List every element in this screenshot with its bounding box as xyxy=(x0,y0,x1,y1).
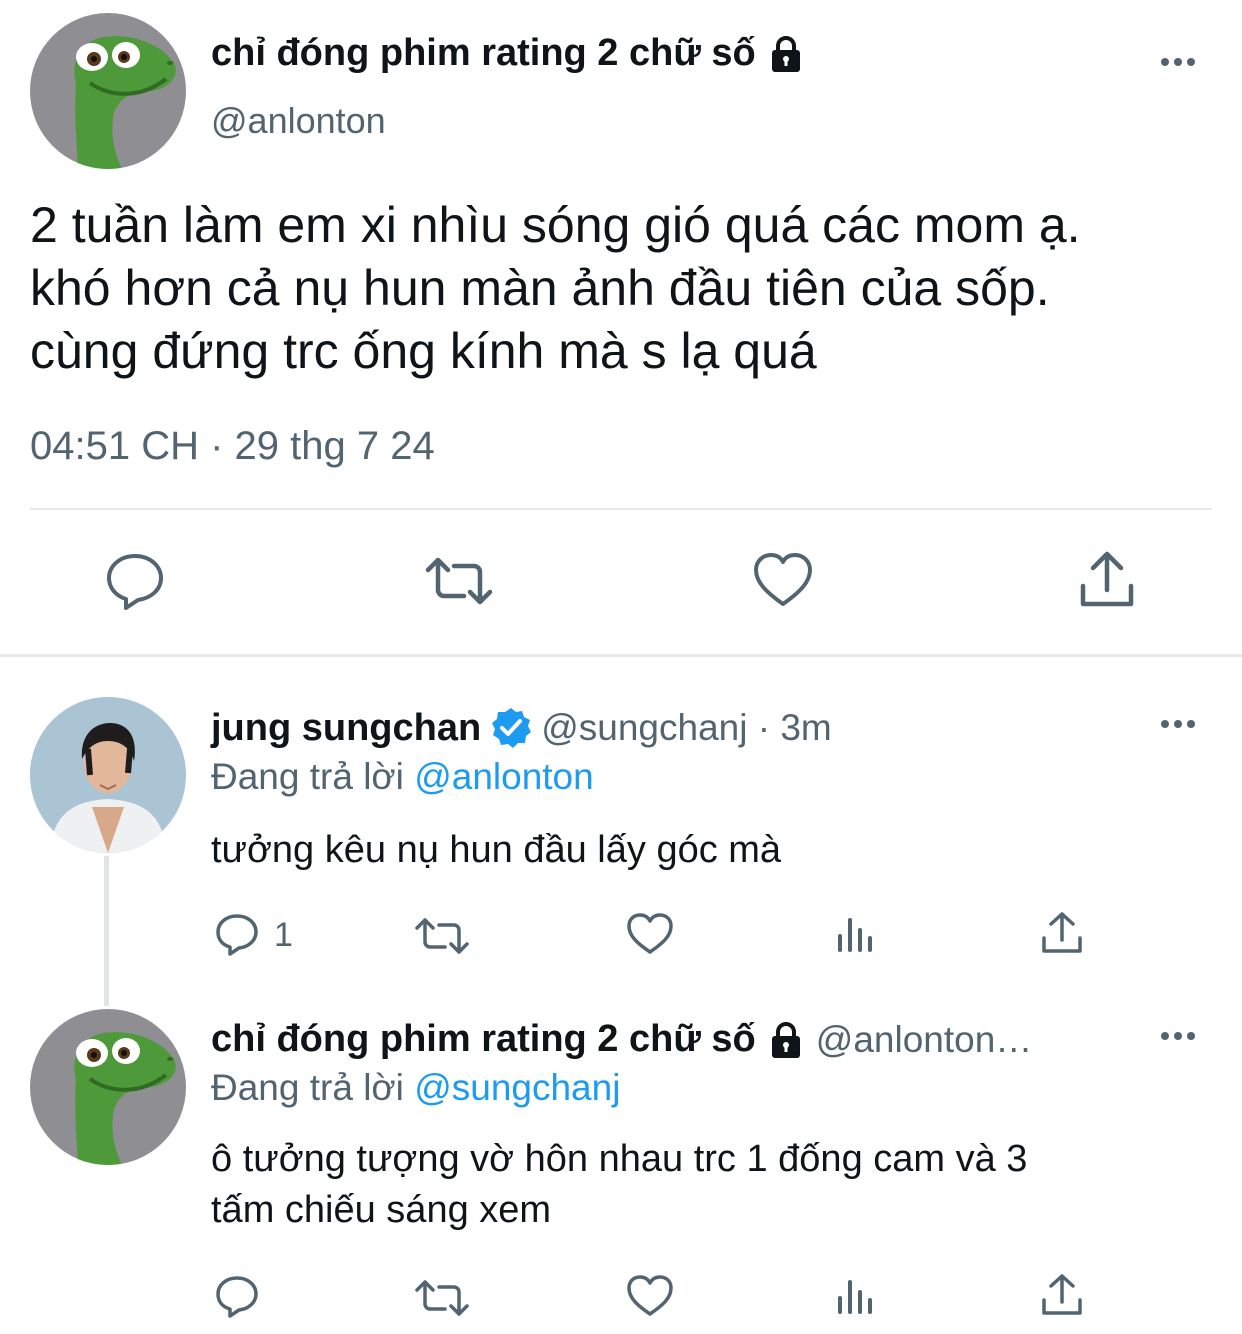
like-icon xyxy=(627,913,673,954)
share-icon xyxy=(1042,912,1082,953)
reply-display-name[interactable]: chỉ đóng phim rating 2 chữ số xyxy=(211,1018,756,1061)
reply-retweet-button[interactable] xyxy=(414,914,470,958)
reply-text: tưởng kêu nụ hun đầu lấy góc mà xyxy=(211,824,781,876)
reply-handle-time[interactable]: @sungchanj · 3m xyxy=(541,707,832,749)
like-button[interactable] xyxy=(752,552,814,610)
reply-button[interactable] xyxy=(104,550,166,612)
verified-badge-icon xyxy=(492,708,532,748)
author-avatar[interactable] xyxy=(30,13,186,169)
author-handle[interactable]: @anlonton xyxy=(211,100,386,142)
retweet-icon xyxy=(425,557,493,605)
reply-icon xyxy=(216,1276,258,1318)
reply-icon xyxy=(216,914,258,956)
tweet-timestamp[interactable]: 04:51 CH · 29 thg 7 24 xyxy=(30,424,435,469)
share-icon xyxy=(1080,551,1134,607)
like-icon xyxy=(754,553,812,606)
reply-reply-button[interactable] xyxy=(214,1274,260,1320)
reply-views-button[interactable] xyxy=(834,912,878,956)
replying-label: Đang trả lời xyxy=(211,756,404,797)
reply-more-button[interactable] xyxy=(1161,1032,1195,1040)
reply-handle[interactable]: @anlonton… xyxy=(816,1019,1033,1061)
share-button[interactable] xyxy=(1078,550,1136,612)
replying-to-link[interactable]: @sungchanj xyxy=(414,1067,620,1108)
replying-label: Đang trả lời xyxy=(211,1067,404,1108)
tweet-text: 2 tuần làm em xi nhìu sóng gió quá các m… xyxy=(30,194,1081,383)
reply-count: 1 xyxy=(274,915,293,954)
reply-reply-button[interactable]: 1 xyxy=(214,912,293,958)
share-icon xyxy=(1042,1274,1082,1315)
reply-retweet-button[interactable] xyxy=(414,1276,470,1320)
tweet-text-line: khó hơn cả nụ hun màn ảnh đầu tiên của s… xyxy=(30,260,1050,316)
reply-share-button[interactable] xyxy=(1040,1272,1084,1318)
dinosaur-avatar-icon xyxy=(74,1032,176,1165)
reply-avatar[interactable] xyxy=(30,697,186,853)
author-display-name[interactable]: chỉ đóng phim rating 2 chữ số xyxy=(211,32,756,75)
tweet-text-line: 2 tuần làm em xi nhìu sóng gió quá các m… xyxy=(30,197,1081,253)
section-divider xyxy=(0,654,1242,657)
tweet-text-line: cùng đứng trc ống kính mà s lạ quá xyxy=(30,323,817,379)
reply-share-button[interactable] xyxy=(1040,910,1084,956)
views-icon xyxy=(838,918,872,952)
reply-views-button[interactable] xyxy=(834,1274,878,1318)
dinosaur-avatar-icon xyxy=(74,36,176,169)
divider xyxy=(30,508,1212,510)
reply-like-button[interactable] xyxy=(626,1274,674,1318)
retweet-icon xyxy=(415,1280,469,1316)
retweet-button[interactable] xyxy=(424,550,494,612)
reply-text-line: tấm chiếu sáng xem xyxy=(211,1189,552,1231)
reply-avatar[interactable] xyxy=(30,1009,186,1165)
reply-text-line: tưởng kêu nụ hun đầu lấy góc mà xyxy=(211,829,782,871)
reply-more-button[interactable] xyxy=(1161,720,1195,728)
lock-icon xyxy=(771,1021,800,1058)
thread-connector xyxy=(104,856,109,1006)
like-icon xyxy=(627,1275,673,1316)
reply-text-line: ô tưởng tượng vờ hôn nhau trc 1 đống cam… xyxy=(211,1138,1028,1180)
reply-icon xyxy=(107,554,163,610)
lock-icon xyxy=(771,35,800,72)
more-options-button[interactable] xyxy=(1161,58,1195,66)
reply-like-button[interactable] xyxy=(626,912,674,956)
reply-display-name[interactable]: jung sungchan xyxy=(211,707,481,750)
views-icon xyxy=(838,1280,872,1314)
person-avatar-icon xyxy=(30,697,186,853)
retweet-icon xyxy=(415,918,469,954)
replying-to-link[interactable]: @anlonton xyxy=(414,756,594,797)
reply-text: ô tưởng tượng vờ hôn nhau trc 1 đống cam… xyxy=(211,1134,1027,1236)
